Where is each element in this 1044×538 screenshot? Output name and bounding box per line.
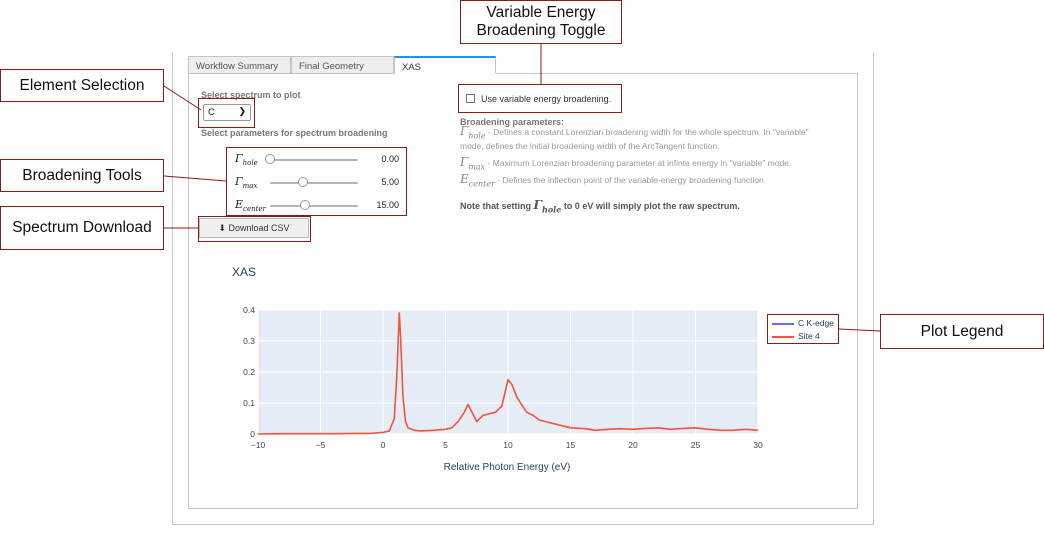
annotation-variable-toggle: Variable Energy Broadening Toggle: [460, 0, 622, 44]
annotation-spectrum-download: Spectrum Download: [0, 206, 164, 250]
annotation-broadening-tools: Broadening Tools: [0, 159, 164, 192]
annotation-plot-legend: Plot Legend: [880, 314, 1044, 349]
connector-line: [838, 328, 881, 332]
connector-line: [163, 175, 227, 182]
connector-line: [163, 85, 202, 111]
annotation-element-selection: Element Selection: [0, 69, 164, 102]
